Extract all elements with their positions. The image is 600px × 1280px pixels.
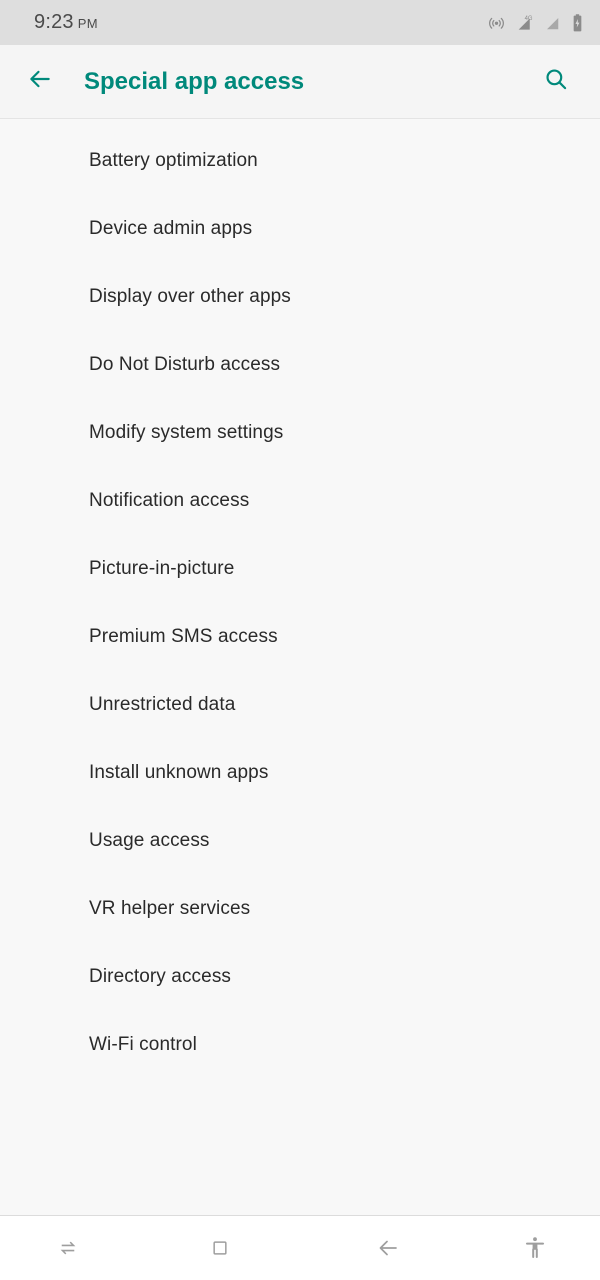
page-title: Special app access [84,67,305,95]
list-item-label: Directory access [89,965,232,987]
list-item[interactable]: Usage access [0,807,600,875]
list-item-label: Do Not Disturb access [89,353,281,375]
home-square-icon [210,1238,230,1258]
special-app-access-list: Battery optimization Device admin apps Dis… [0,119,600,1079]
list-item[interactable]: VR helper services [0,875,600,943]
signal-4g-icon: 4G [515,13,535,32]
system-navigation-bar [0,1215,600,1280]
list-item[interactable]: Device admin apps [0,195,600,263]
list-item[interactable]: Picture-in-picture [0,535,600,603]
list-item-label: VR helper services [89,897,251,919]
list-item-label: Modify system settings [89,421,284,443]
svg-text:4G: 4G [525,16,533,22]
accessibility-icon [523,1235,547,1261]
back-button[interactable] [18,60,62,104]
list-item-label: Wi-Fi control [89,1033,197,1055]
list-item-label: Usage access [89,829,210,851]
list-item-label: Unrestricted data [89,693,236,715]
status-bar: 9:23 PM 4G [0,0,600,45]
list-item[interactable]: Unrestricted data [0,671,600,739]
list-item-label: Battery optimization [89,149,258,171]
list-item[interactable]: Battery optimization [0,127,600,195]
status-icons: 4G [487,13,584,33]
nav-accessibility-button[interactable] [470,1216,600,1280]
list-item[interactable]: Notification access [0,467,600,535]
list-item-label: Install unknown apps [89,761,269,783]
status-clock: 9:23 PM [34,11,98,34]
list-item[interactable]: Directory access [0,943,600,1011]
list-item-label: Device admin apps [89,217,253,239]
back-arrow-icon [376,1236,400,1260]
search-button[interactable] [534,60,578,104]
nav-back-button[interactable] [305,1216,470,1280]
search-icon [543,66,569,97]
nav-switch-apps-button[interactable] [0,1216,135,1280]
list-item[interactable]: Display over other apps [0,263,600,331]
list-item[interactable]: Modify system settings [0,399,600,467]
list-item[interactable]: Install unknown apps [0,739,600,807]
switch-apps-icon [57,1237,79,1259]
list-item-label: Picture-in-picture [89,557,235,579]
back-arrow-icon [27,66,53,97]
list-item-label: Notification access [89,489,250,511]
app-bar: Special app access [0,45,600,119]
list-item[interactable]: Premium SMS access [0,603,600,671]
status-ampm: PM [77,16,99,31]
nav-home-button[interactable] [135,1216,305,1280]
battery-charging-icon [571,13,584,33]
list-item-label: Premium SMS access [89,625,278,647]
signal-icon [544,13,562,32]
list-item-label: Display over other apps [89,285,291,307]
phone-screen: 9:23 PM 4G Special app access Battery op… [0,0,600,1280]
list-item[interactable]: Wi-Fi control [0,1011,600,1079]
settings-scroll-area[interactable]: Battery optimization Device admin apps Dis… [0,119,600,1215]
status-time: 9:23 [34,11,74,33]
list-item[interactable]: Do Not Disturb access [0,331,600,399]
hotspot-icon [487,13,506,32]
